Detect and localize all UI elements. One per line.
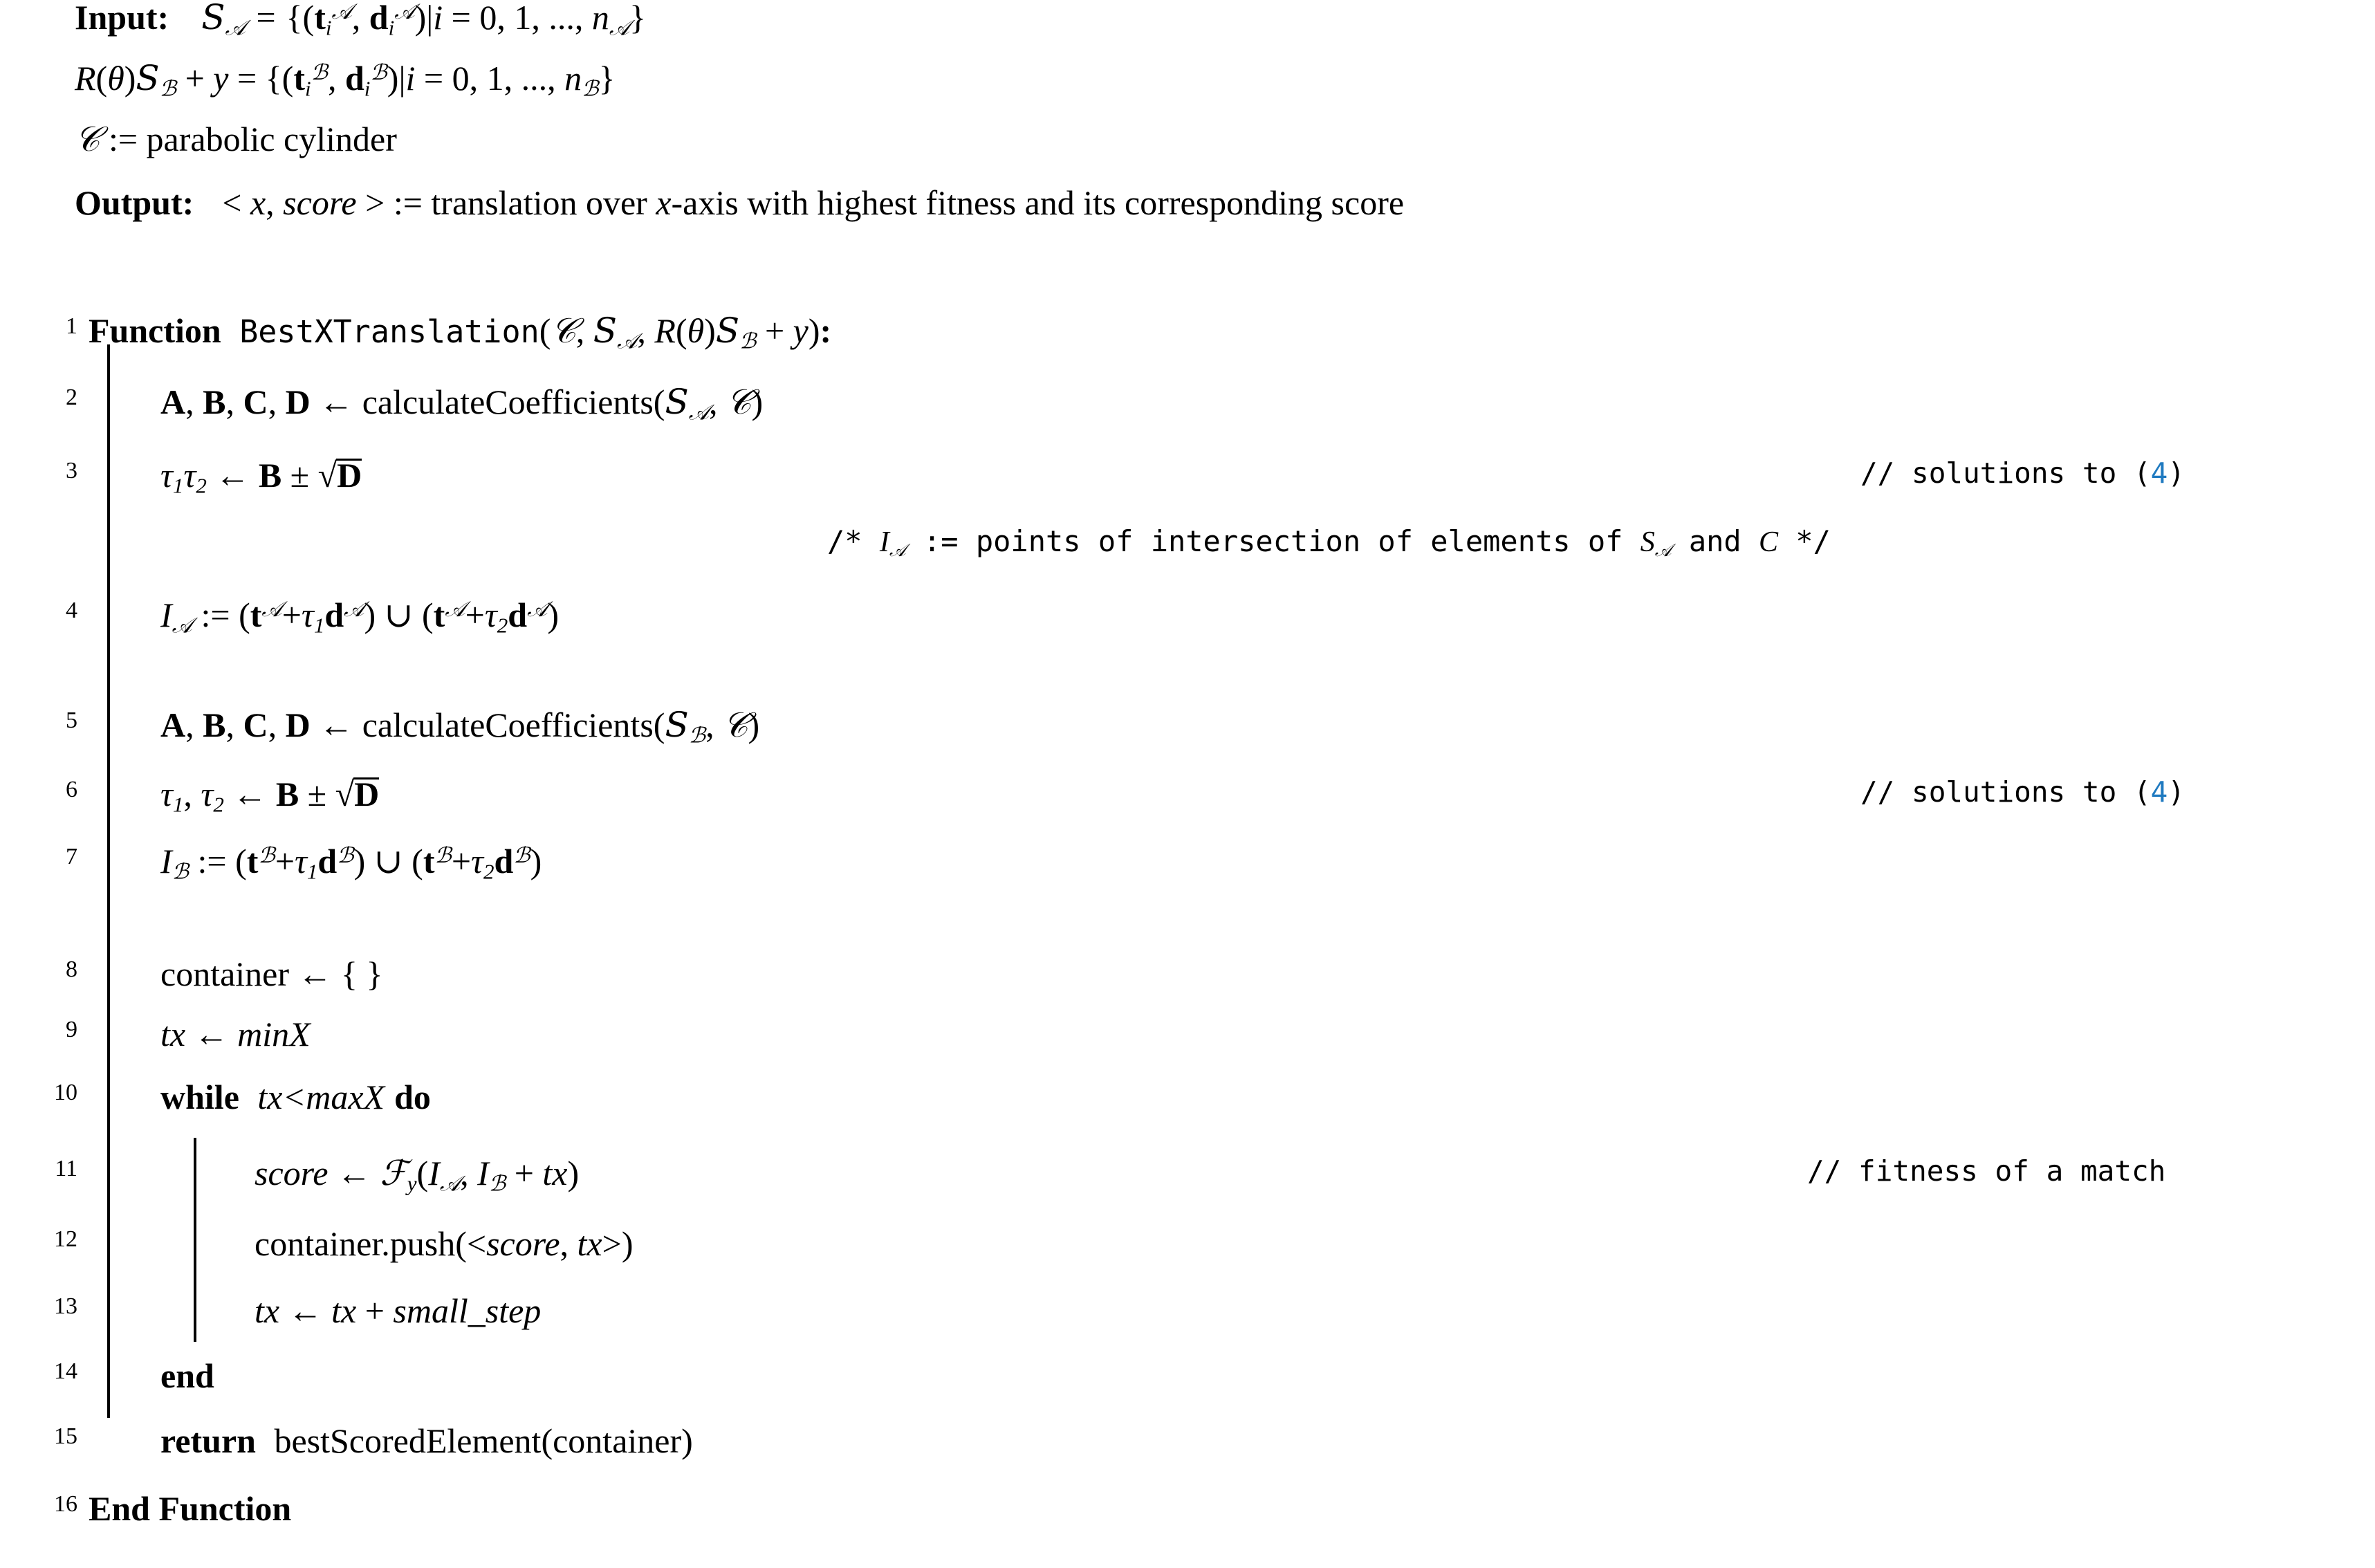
input-set-a: S𝒜 = {(ti𝒜, di𝒜)|i = 0, 1, ..., n𝒜} xyxy=(201,0,647,41)
identifier-container: container xyxy=(553,1421,682,1460)
line-10-content: while tx<maxX do xyxy=(160,1080,431,1114)
identifier-tx: tx xyxy=(255,1291,280,1330)
line-number: 12 xyxy=(54,1226,77,1252)
output-label: Output: xyxy=(75,183,194,222)
identifier-tx: tx xyxy=(331,1291,357,1330)
line-1-content: Function BestXTranslation(𝒞, S𝒜, R(θ)Sℬ … xyxy=(89,313,831,353)
keyword-return: return xyxy=(160,1421,256,1460)
line-number: 8 xyxy=(66,957,77,982)
call-container-push: container.push xyxy=(255,1224,456,1263)
input-line-2: R(θ)Sℬ + y = {(tiℬ, diℬ)|i = 0, 1, ..., … xyxy=(0,61,615,100)
keyword-end: end xyxy=(160,1356,214,1395)
while-loop-indent-rule xyxy=(194,1138,196,1342)
line-3-content: τ1τ2 ← B ± √D xyxy=(160,456,362,498)
equation-reference-link[interactable]: 4 xyxy=(2151,456,2168,490)
line-12-content: container.push(<score, tx>) xyxy=(255,1224,634,1263)
algorithm-pseudocode-block: Input: S𝒜 = {(ti𝒜, di𝒜)|i = 0, 1, ..., n… xyxy=(0,0,2375,1568)
identifier-small-step: small_step xyxy=(393,1291,542,1330)
identifier-container: container xyxy=(160,954,290,993)
while-condition: tx<maxX xyxy=(257,1078,385,1116)
line-5-content: A, B, C, D ← calculateCoefficients(Sℬ, 𝒞… xyxy=(160,705,760,748)
line-6-content: τ1, τ2 ← B ± √D xyxy=(160,775,380,817)
comment-close-paren: ) xyxy=(2168,456,2185,490)
block-comment-open: /* xyxy=(827,524,880,558)
comment-fitness-of-a-match: // fitness of a match xyxy=(1807,1154,2166,1188)
function-name: BestXTranslation xyxy=(239,313,539,350)
outer-indent-rule xyxy=(107,344,110,1418)
comment-text: // solutions to ( xyxy=(1860,775,2151,809)
output-expression: < x, score > := translation over x-axis … xyxy=(222,183,1405,222)
input-line-1: Input: S𝒜 = {(ti𝒜, di𝒜)|i = 0, 1, ..., n… xyxy=(0,0,646,39)
line-number: 10 xyxy=(54,1080,77,1105)
call-best-scored-element: bestScoredElement xyxy=(274,1421,542,1460)
block-comment-intersection: /* I𝒜 := points of intersection of eleme… xyxy=(827,524,1831,561)
block-comment-mid: := points of intersection of elements of xyxy=(905,524,1641,558)
line-2-content: A, B, C, D ← calculateCoefficients(S𝒜, 𝒞… xyxy=(160,382,764,425)
identifier-tx: tx xyxy=(160,1015,186,1053)
line-number: 4 xyxy=(66,598,77,623)
parabolic-cylinder-text: parabolic cylinder xyxy=(146,120,397,158)
line-number: 1 xyxy=(66,313,77,339)
line-7-content: Iℬ := (tℬ+τ1dℬ) ∪ (tℬ+τ2dℬ) xyxy=(160,842,542,885)
line-number: 6 xyxy=(66,777,77,802)
line-number: 11 xyxy=(55,1156,77,1181)
output-line: Output: < x, score > := translation over… xyxy=(0,185,1404,220)
line-number: 9 xyxy=(66,1017,77,1042)
comment-close-paren: ) xyxy=(2168,775,2185,809)
line-number: 7 xyxy=(66,844,77,869)
comment-solutions-to-4: // solutions to (4) xyxy=(1860,459,2185,488)
line-number: 13 xyxy=(54,1293,77,1319)
identifier-score: score xyxy=(255,1154,329,1192)
line-number: 16 xyxy=(54,1491,77,1517)
line-number: 3 xyxy=(66,458,77,483)
function-signature: (𝒞, S𝒜, R(θ)Sℬ + y): xyxy=(539,311,832,354)
keyword-while: while xyxy=(160,1078,239,1116)
input-set-b: R(θ)Sℬ + y = {(tiℬ, diℬ)|i = 0, 1, ..., … xyxy=(75,58,616,102)
input-line-3: 𝒞 := parabolic cylinder xyxy=(0,122,397,156)
comment-text: // solutions to ( xyxy=(1860,456,2151,490)
line-9-content: tx ← minX xyxy=(160,1015,311,1053)
line-4-content: I𝒜 := (t𝒜+τ1d𝒜) ∪ (t𝒜+τ2d𝒜) xyxy=(160,596,560,638)
call-calculate-coefficients: calculateCoefficients xyxy=(362,382,654,421)
keyword-end-function: End Function xyxy=(89,1489,292,1528)
keyword-do: do xyxy=(394,1078,431,1116)
line-number: 5 xyxy=(66,708,77,733)
line-number: 14 xyxy=(54,1358,77,1384)
equation-reference-link[interactable]: 4 xyxy=(2151,775,2168,809)
call-calculate-coefficients: calculateCoefficients xyxy=(362,705,654,744)
line-11-content: score ← ℱy(I𝒜, Iℬ + tx) xyxy=(255,1153,580,1197)
block-comment-and: and xyxy=(1671,524,1759,558)
cylinder-definition: 𝒞 := parabolic cylinder xyxy=(75,119,397,159)
line-15-content: return bestScoredElement(container) xyxy=(160,1421,693,1460)
line-13-content: tx ← tx + small_step xyxy=(255,1291,542,1330)
input-label: Input: xyxy=(75,0,169,37)
keyword-function: Function xyxy=(89,311,221,350)
comment-solutions-to-4: // solutions to (4) xyxy=(1860,778,2185,806)
line-number: 2 xyxy=(66,385,77,410)
block-comment-close: */ xyxy=(1778,524,1831,558)
identifier-min-x: minX xyxy=(237,1015,311,1053)
line-number: 15 xyxy=(54,1423,77,1449)
line-8-content: container ← { } xyxy=(160,954,383,993)
